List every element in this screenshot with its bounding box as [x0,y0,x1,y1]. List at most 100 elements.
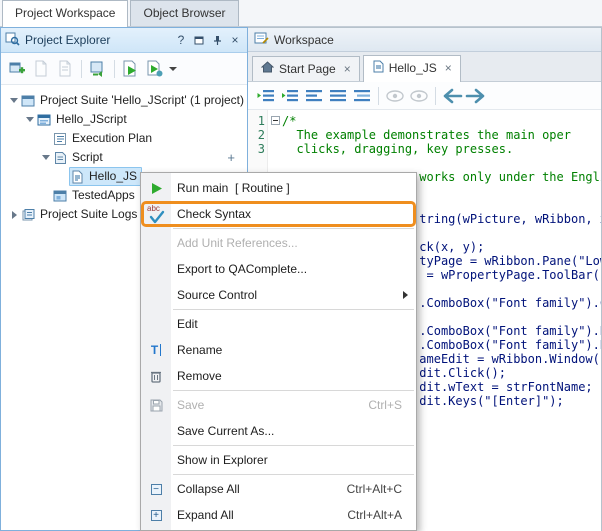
menu-item-save[interactable]: Save Ctrl+S [141,392,416,418]
tab-project-workspace[interactable]: Project Workspace [2,0,128,27]
menu-item-expand-all[interactable]: + Expand All Ctrl+Alt+A [141,502,416,528]
tree-item-project-suite[interactable]: Project Suite 'Hello_JScript' (1 project… [1,91,247,110]
update-project-icon[interactable] [87,58,109,80]
menu-item-add-unit-references[interactable]: Add Unit References... [141,230,416,256]
tree-item-execution-plan[interactable]: Execution Plan [1,129,247,148]
execution-plan-icon [53,131,70,147]
menu-item-collapse-all[interactable]: − Collapse All Ctrl+Alt+C [141,476,416,502]
toolbar-separator [114,60,115,78]
menu-item-source-control[interactable]: Source Control [141,282,416,308]
run-options-dropdown-icon[interactable] [169,67,177,71]
tab-start-page[interactable]: Start Page × [252,56,360,81]
tab-object-browser[interactable]: Object Browser [130,0,238,26]
code-line: clicks, dragging, key presses. [282,142,601,156]
menu-item-label: Add Unit References... [171,236,416,250]
code-line: The example demonstrates the main oper [282,128,601,142]
trash-icon [141,369,171,383]
align-left-icon[interactable] [302,85,326,107]
menu-item-label: Export to QAComplete... [171,262,416,276]
menu-item-remove[interactable]: Remove [141,363,416,389]
close-icon[interactable]: × [445,61,452,75]
menu-item-label: Collapse All [171,482,347,496]
project-icon [37,112,54,128]
workspace-icon [254,31,269,48]
tab-label: Hello_JS [389,61,437,75]
editor-toolbar [248,82,601,110]
new-file-icon[interactable] [30,58,52,80]
project-suite-icon [21,93,38,109]
save-icon [141,399,171,412]
tree-item-project[interactable]: Hello_JScript [1,110,247,129]
menu-item-check-syntax[interactable]: Check Syntax [141,201,416,227]
watch-expression-icon[interactable] [383,85,407,107]
explorer-icon [5,31,20,49]
open-file-icon[interactable] [54,58,76,80]
tab-hello-js[interactable]: Hello_JS × [363,55,461,82]
run-test-icon[interactable] [120,58,142,80]
add-unit-button[interactable]: + [227,150,235,165]
go-forward-icon[interactable] [464,85,488,107]
code-line: /* [282,114,601,128]
add-item-icon[interactable] [6,58,28,80]
context-menu: Run main [ Routine ] Check Syntax Add Un… [140,172,417,531]
menu-item-label: Save [171,398,368,412]
menu-item-label: Run main [ Routine ] [171,181,416,195]
chevron-down-icon[interactable] [7,98,21,103]
menu-item-label: Source Control [171,288,403,302]
run-icon [141,182,171,195]
tree-item-label: TestedApps [70,187,139,204]
format-code-icon[interactable] [350,85,374,107]
fold-collapse-icon[interactable] [271,116,280,125]
outdent-icon[interactable] [254,85,278,107]
collapse-all-icon: − [141,484,171,495]
close-icon[interactable]: × [344,62,351,76]
menu-item-label: Show in Explorer [171,453,416,467]
check-syntax-icon [141,206,171,222]
quick-watch-icon[interactable] [407,85,431,107]
toolbar-separator [81,60,82,78]
document-tab-bar: Start Page × Hello_JS × [248,52,601,82]
toolbar-separator [435,87,436,105]
chevron-right-icon[interactable] [7,211,21,219]
pin-icon[interactable] [209,32,225,48]
help-button[interactable]: ? [173,32,189,48]
menu-item-edit[interactable]: Edit [141,311,416,337]
tested-apps-icon [53,188,70,204]
menu-item-label: Edit [171,317,416,331]
code-line [282,156,601,170]
close-icon[interactable]: × [227,32,243,48]
panel-title: Workspace [274,33,334,47]
tree-item-script[interactable]: Script + [1,148,247,167]
rename-icon: T [141,344,171,356]
workspace-header: Workspace [248,28,601,52]
chevron-down-icon[interactable] [23,117,37,122]
workspace-tab-bar: Project Workspace Object Browser [0,0,602,27]
script-icon [53,150,70,166]
tree-item-label: Hello_JScript [54,111,131,128]
tree-item-label: Execution Plan [70,130,156,147]
go-back-icon[interactable] [440,85,464,107]
menu-item-export-to-qacomplete[interactable]: Export to QAComplete... [141,256,416,282]
unit-icon [70,169,87,185]
tree-item-label: Project Suite Logs [38,206,141,223]
menu-item-run-main[interactable]: Run main [ Routine ] [141,175,416,201]
tree-item-label: Hello_JS [87,168,141,185]
menu-item-label: Save Current As... [171,424,416,438]
align-justify-icon[interactable] [326,85,350,107]
menu-separator [173,445,414,446]
menu-separator [173,309,414,310]
run-routine-icon[interactable] [144,58,166,80]
menu-item-save-current-as[interactable]: Save Current As... [141,418,416,444]
chevron-down-icon[interactable] [39,155,53,160]
float-window-icon[interactable] [191,32,207,48]
menu-item-label: Check Syntax [171,207,416,221]
toolbar-separator [378,87,379,105]
tree-item-label: Project Suite 'Hello_JScript' (1 project… [38,92,248,109]
menu-item-rename[interactable]: T Rename [141,337,416,363]
expand-all-icon: + [141,510,171,521]
menu-item-show-in-explorer[interactable]: Show in Explorer [141,447,416,473]
menu-item-label: Rename [171,343,416,357]
menu-item-shortcut: Ctrl+S [368,398,416,412]
menu-separator [173,228,414,229]
indent-icon[interactable] [278,85,302,107]
